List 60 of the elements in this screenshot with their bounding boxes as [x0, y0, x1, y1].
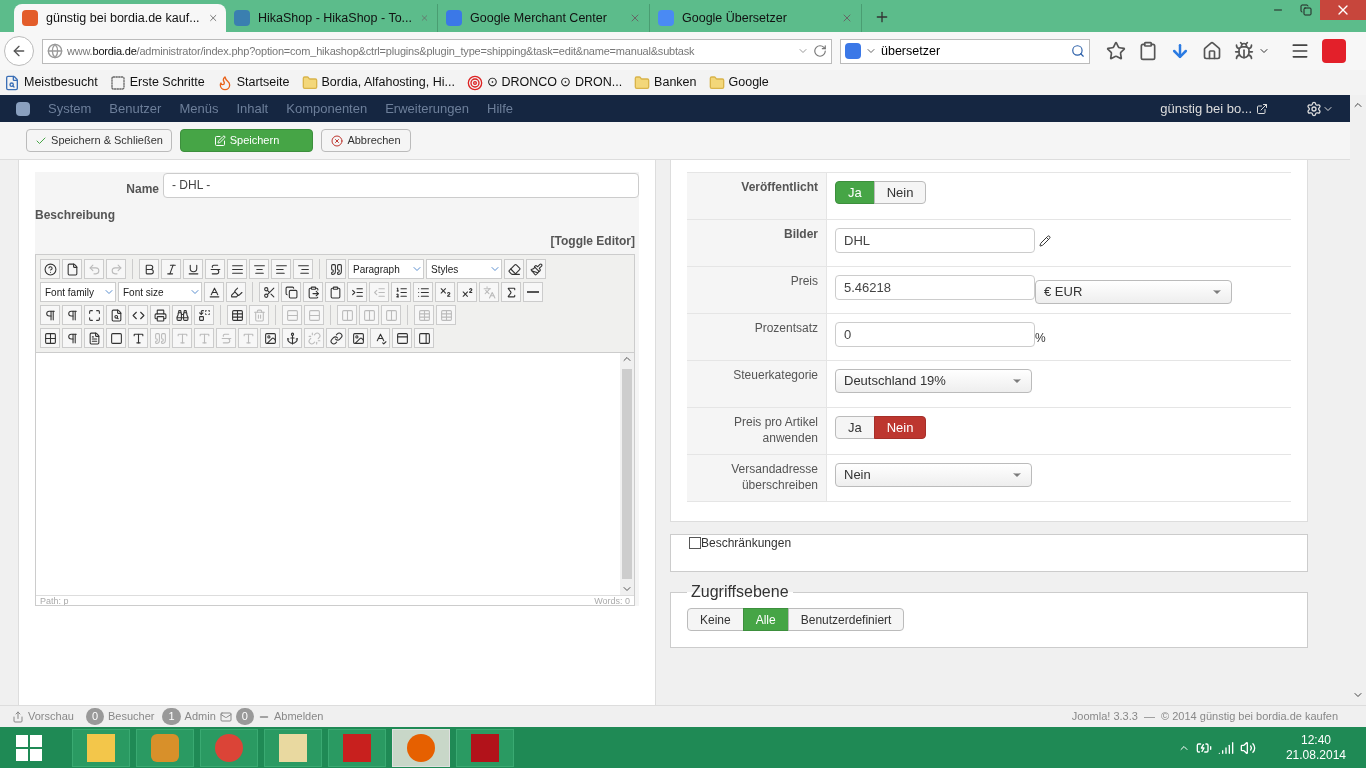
menu-item[interactable]: System [48, 98, 92, 119]
bookmark-item[interactable]: Google [708, 73, 769, 92]
address-bar[interactable]: www.bordia.de/administrator/index.php?option=com_hikashop&ctrl=plugins&plugin_type=shipping&task=edit&name=manual&subtask [42, 38, 832, 64]
toggle-option[interactable]: Ja [835, 416, 875, 439]
bookmark-item[interactable]: Bordia, Alfahosting, Hi... [301, 73, 455, 92]
editor-dropdown[interactable]: Font family [40, 282, 116, 302]
section-heading: Zugriffsebene [690, 582, 790, 602]
dropdown-select[interactable]: Deutschland 19% [835, 369, 1032, 393]
toggle-editor-link[interactable]: [Toggle Editor] [550, 232, 635, 250]
menu-item[interactable]: Hilfe [487, 98, 514, 119]
count-badge: 0 [235, 708, 254, 725]
setting-label-cell: Versandadresse überschreiben [687, 455, 827, 501]
access-option[interactable]: Keine [687, 608, 744, 631]
browser-tab[interactable]: günstig bei bordia.de kauf... [14, 4, 226, 32]
count-badge: 1 [162, 708, 181, 725]
word-count: Words: 0 [594, 596, 630, 605]
search-field[interactable]: übersetzer [840, 38, 1090, 64]
menu-item[interactable]: Inhalt [236, 98, 269, 119]
bookmark-item[interactable]: Banken [634, 73, 697, 92]
input-field[interactable]: 0 [835, 322, 1035, 347]
toggle-option[interactable]: Nein [873, 181, 927, 204]
setting-label-cell: Preis [687, 267, 827, 313]
setting-label-cell: Prozentsatz [687, 314, 827, 360]
bookmark-item[interactable]: Startseite [216, 73, 290, 92]
percent-sign: % [1035, 330, 1046, 347]
access-option[interactable]: Benutzerdefiniert [787, 608, 905, 631]
editor-dropdown[interactable]: Paragraph [348, 259, 424, 279]
setting-label-cell: Veröffentlicht [687, 173, 827, 219]
setting-label-cell: Steuerkategorie [687, 361, 827, 407]
editor-dropdown[interactable]: Font size [118, 282, 202, 302]
checkbox-label: Beschränkungen [701, 535, 792, 552]
toggle-option[interactable]: Nein [873, 416, 927, 439]
input-field[interactable]: 5.46218 [835, 275, 1035, 300]
editor-path: Path: p [40, 596, 69, 605]
input-field[interactable]: DHL [835, 228, 1035, 253]
footer-text: Joomla! 3.3.3 — © 2014 günstig bei bordia.de kaufen [1071, 709, 1338, 725]
search-text: übersetzer [881, 42, 942, 60]
bookmark-item[interactable]: Meistbesucht [4, 73, 98, 92]
admin-label: Admin [184, 709, 216, 725]
bookmark-item[interactable]: Erste Schritte [109, 73, 205, 92]
toolbar-button[interactable]: Speichern & Schließen [26, 129, 172, 152]
setting-label-cell: Preis pro Artikel anwenden [687, 408, 827, 454]
setting-label-cell: Bilder [687, 220, 827, 266]
field-label: Name [125, 181, 160, 198]
count-badge: 0 [85, 708, 104, 725]
menu-item[interactable]: Erweiterungen [385, 98, 469, 119]
toolbar-button[interactable]: Abbrechen [321, 129, 411, 152]
visitors-label: Besucher [108, 709, 155, 725]
dropdown-select[interactable]: € EUR [1035, 280, 1232, 304]
name-field[interactable]: - DHL - [163, 172, 639, 198]
site-link[interactable]: günstig bei bo... [1160, 98, 1268, 119]
bookmark-item[interactable]: ⊙ DRONCO ⊙ DRON... [466, 73, 623, 92]
editor-dropdown[interactable]: Styles [426, 259, 502, 279]
clock[interactable]: 12:40 21.08.2014 [1285, 732, 1346, 763]
menu-item[interactable]: Komponenten [286, 98, 368, 119]
menu-item[interactable]: Benutzer [109, 98, 162, 119]
url-text: www.bordia.de/administrator/index.php?option=com_hikashop&ctrl=plugins&plugin_type=shipping&task=edit&name=manual&subtask [67, 43, 696, 59]
field-label: Beschreibung [35, 207, 116, 224]
dropdown-select[interactable]: Nein [835, 463, 1032, 487]
menu-item[interactable]: Menüs [179, 98, 219, 119]
